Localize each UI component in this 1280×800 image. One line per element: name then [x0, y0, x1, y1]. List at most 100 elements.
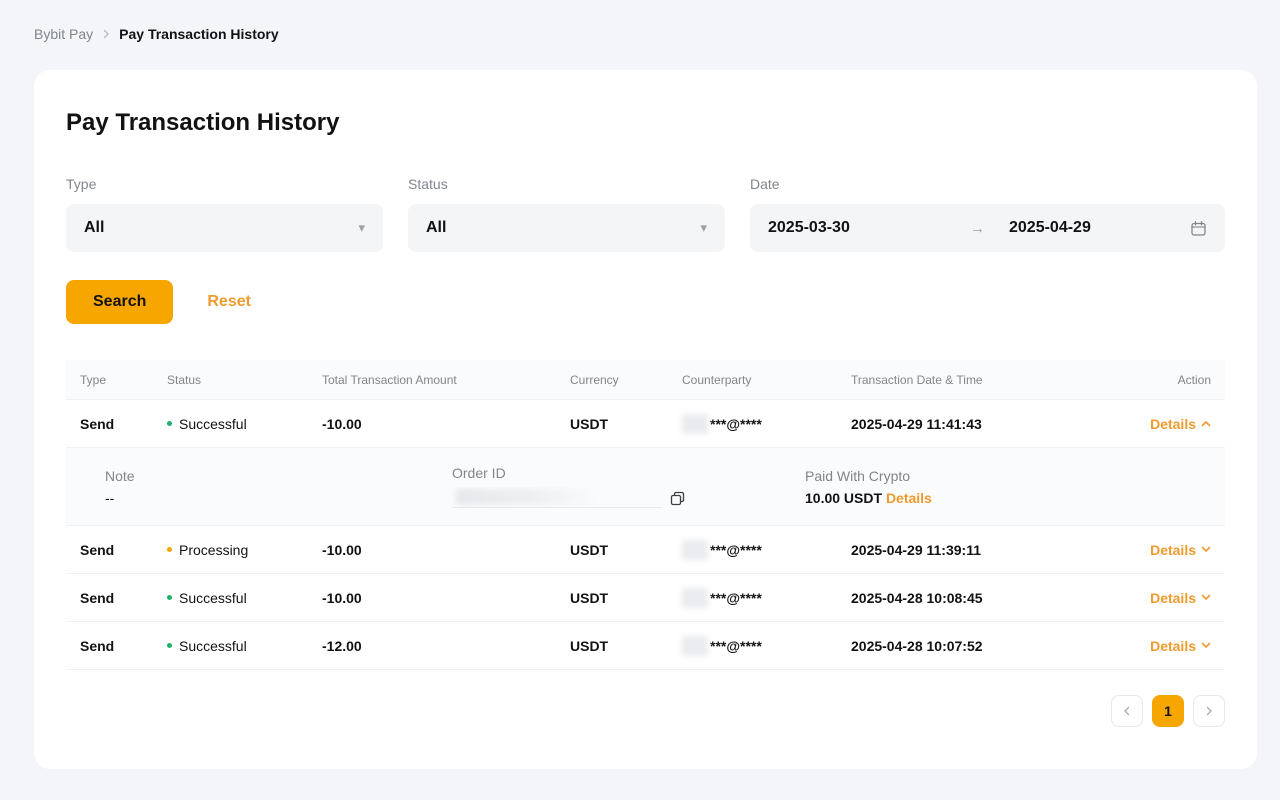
calendar-icon[interactable] [1190, 220, 1207, 237]
header-datetime: Transaction Date & Time [851, 373, 1100, 387]
chevron-left-icon [1123, 706, 1131, 716]
note-label: Note [105, 468, 452, 484]
cell-action: Details [1100, 638, 1211, 654]
cell-currency: USDT [570, 542, 682, 558]
date-filter-label: Date [750, 176, 1225, 196]
cell-status: Successful [167, 416, 322, 432]
details-toggle[interactable]: Details [1150, 590, 1211, 606]
status-dot-success [167, 421, 172, 426]
cell-datetime: 2025-04-28 10:08:45 [851, 590, 1100, 606]
details-label: Details [1150, 542, 1196, 558]
note-detail: Note -- [105, 468, 452, 506]
transactions-table: Type Status Total Transaction Amount Cur… [66, 360, 1225, 670]
cell-status: Processing [167, 542, 322, 558]
chevron-down-icon [1201, 546, 1211, 553]
cell-type: Send [80, 638, 167, 654]
expanded-detail-panel: Note -- Order ID Paid With Crypto 10.00 … [66, 448, 1225, 526]
counterparty-text: ***@**** [710, 638, 762, 654]
pagination-page-1-button[interactable]: 1 [1152, 695, 1184, 727]
cell-amount: -10.00 [322, 590, 570, 606]
status-dot-processing [167, 547, 172, 552]
details-toggle[interactable]: Details [1150, 542, 1211, 558]
status-text: Processing [179, 542, 248, 558]
paid-details-link[interactable]: Details [886, 490, 932, 506]
status-select-value: All [426, 219, 446, 237]
paid-amount: 10.00 USDT [805, 490, 882, 506]
details-label: Details [1150, 416, 1196, 432]
caret-down-icon: ▾ [700, 220, 707, 236]
details-toggle[interactable]: Details [1150, 416, 1211, 432]
reset-button[interactable]: Reset [207, 293, 251, 311]
chevron-up-icon [1201, 420, 1211, 427]
cell-status: Successful [167, 638, 322, 654]
status-filter-label: Status [408, 176, 725, 196]
date-filter-group: Date 2025-03-30 → 2025-04-29 [750, 176, 1225, 252]
status-text: Successful [179, 590, 247, 606]
cell-amount: -12.00 [322, 638, 570, 654]
date-start-value[interactable]: 2025-03-30 [768, 219, 970, 237]
cell-datetime: 2025-04-29 11:39:11 [851, 542, 1100, 558]
cell-type: Send [80, 416, 167, 432]
cell-datetime: 2025-04-29 11:41:43 [851, 416, 1100, 432]
order-id-value [452, 487, 805, 508]
breadcrumb-bybit-pay[interactable]: Bybit Pay [34, 26, 93, 42]
table-row: Send Processing -10.00 USDT ***@**** 202… [66, 526, 1225, 574]
header-type: Type [80, 373, 167, 387]
counterparty-text: ***@**** [710, 416, 762, 432]
cell-amount: -10.00 [322, 542, 570, 558]
chevron-right-icon [1205, 706, 1213, 716]
cell-counterparty: ***@**** [682, 414, 851, 434]
header-status: Status [167, 373, 322, 387]
breadcrumb: Bybit Pay Pay Transaction History [0, 0, 1280, 42]
cell-status: Successful [167, 590, 322, 606]
pay-transaction-history-card: Pay Transaction History Type All ▾ Statu… [34, 70, 1257, 769]
header-currency: Currency [570, 373, 682, 387]
cell-action: Details [1100, 416, 1211, 432]
cell-counterparty: ***@**** [682, 540, 851, 560]
caret-down-icon: ▾ [358, 220, 365, 236]
redacted-blur [682, 540, 708, 560]
order-id-detail: Order ID [452, 465, 805, 508]
type-select-value: All [84, 219, 104, 237]
date-end-value[interactable]: 2025-04-29 [1009, 219, 1091, 237]
cell-action: Details [1100, 590, 1211, 606]
copy-icon[interactable] [670, 491, 685, 508]
pagination-prev-button[interactable] [1111, 695, 1143, 727]
type-select[interactable]: All ▾ [66, 204, 383, 252]
chevron-right-icon [101, 29, 111, 39]
table-row: Send Successful -10.00 USDT ***@**** 202… [66, 400, 1225, 448]
cell-action: Details [1100, 542, 1211, 558]
redacted-blur [682, 588, 708, 608]
search-button[interactable]: Search [66, 280, 173, 324]
table-row: Send Successful -10.00 USDT ***@**** 202… [66, 574, 1225, 622]
order-id-label: Order ID [452, 465, 805, 481]
breadcrumb-current: Pay Transaction History [119, 26, 279, 42]
details-label: Details [1150, 638, 1196, 654]
status-text: Successful [179, 416, 247, 432]
type-filter-label: Type [66, 176, 383, 196]
paid-with-crypto-detail: Paid With Crypto 10.00 USDT Details [805, 468, 932, 506]
page-title: Pay Transaction History [66, 108, 1225, 138]
cell-datetime: 2025-04-28 10:07:52 [851, 638, 1100, 654]
status-filter-group: Status All ▾ [408, 176, 725, 252]
status-select[interactable]: All ▾ [408, 204, 725, 252]
table-header-row: Type Status Total Transaction Amount Cur… [66, 360, 1225, 400]
status-dot-success [167, 595, 172, 600]
pagination-next-button[interactable] [1193, 695, 1225, 727]
cell-type: Send [80, 542, 167, 558]
header-amount: Total Transaction Amount [322, 373, 570, 387]
status-text: Successful [179, 638, 247, 654]
date-range-picker[interactable]: 2025-03-30 → 2025-04-29 [750, 204, 1225, 252]
pagination: 1 [66, 695, 1225, 727]
arrow-right-icon: → [970, 220, 985, 237]
details-toggle[interactable]: Details [1150, 638, 1211, 654]
cell-currency: USDT [570, 416, 682, 432]
cell-counterparty: ***@**** [682, 588, 851, 608]
order-id-redacted-blur [452, 487, 662, 508]
header-counterparty: Counterparty [682, 373, 851, 387]
header-action: Action [1100, 373, 1211, 387]
cell-type: Send [80, 590, 167, 606]
status-dot-success [167, 643, 172, 648]
details-label: Details [1150, 590, 1196, 606]
type-filter-group: Type All ▾ [66, 176, 383, 252]
